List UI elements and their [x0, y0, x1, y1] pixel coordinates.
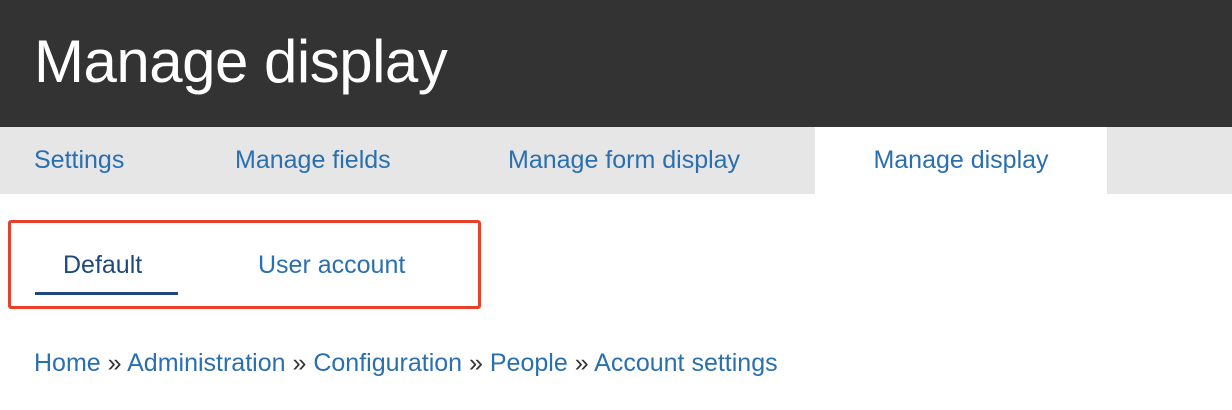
- breadcrumb-separator: »: [574, 349, 589, 377]
- breadcrumb-account-settings[interactable]: Account settings: [594, 349, 777, 377]
- breadcrumb-people[interactable]: People: [490, 349, 568, 377]
- breadcrumb-separator: »: [469, 349, 483, 377]
- primary-tabs: Settings Manage fields Manage form displ…: [0, 127, 1232, 194]
- tab-manage-form-display[interactable]: Manage form display: [508, 127, 740, 194]
- page-title: Manage display: [34, 28, 448, 95]
- breadcrumb-home[interactable]: Home: [34, 349, 101, 377]
- active-tab-indicator: [35, 292, 178, 295]
- secondary-tabs-highlight: Default User account: [8, 220, 481, 309]
- tab-user-account[interactable]: User account: [258, 245, 405, 285]
- breadcrumb-administration[interactable]: Administration: [127, 349, 285, 377]
- tab-manage-display[interactable]: Manage display: [815, 127, 1107, 194]
- page-header: Manage display: [0, 0, 1232, 127]
- tab-default[interactable]: Default: [63, 245, 142, 285]
- breadcrumb-separator: »: [107, 349, 122, 377]
- breadcrumb-configuration[interactable]: Configuration: [313, 349, 462, 377]
- tab-settings[interactable]: Settings: [34, 127, 124, 194]
- breadcrumb-separator: »: [292, 349, 307, 377]
- tab-manage-fields[interactable]: Manage fields: [235, 127, 391, 194]
- breadcrumb: Home » Administration » Configuration » …: [34, 343, 778, 383]
